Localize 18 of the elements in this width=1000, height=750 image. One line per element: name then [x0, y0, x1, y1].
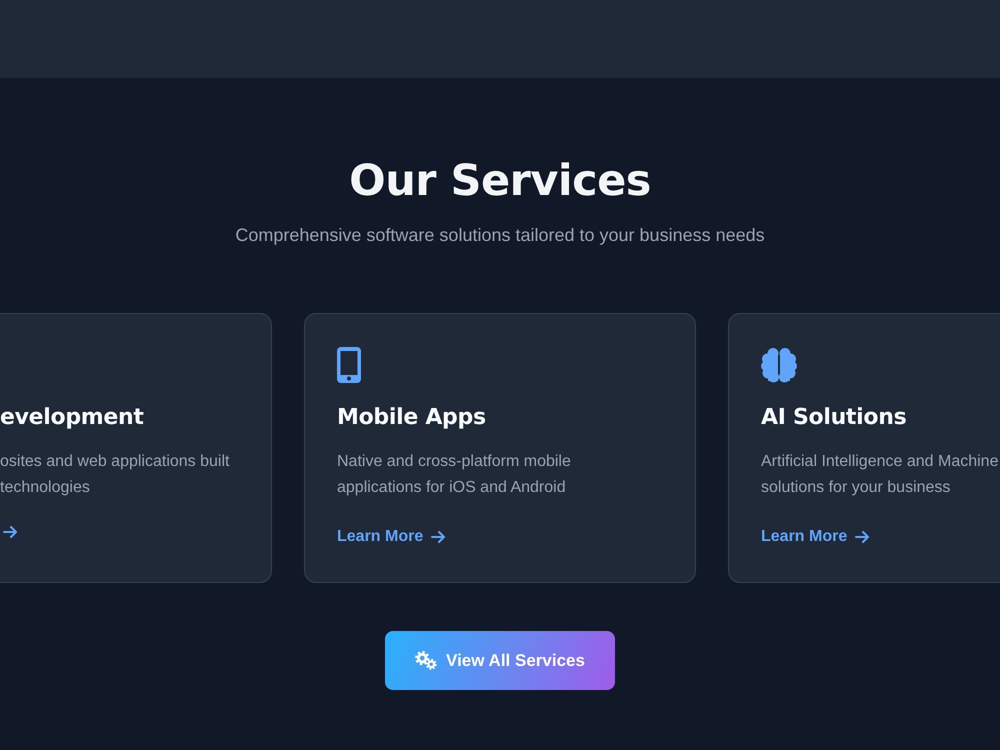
card-title: evelopment	[0, 404, 144, 432]
arrow-icon	[855, 531, 870, 543]
card-description: Native and cross-platform mobile applications for iOS and Android	[337, 452, 571, 498]
brain-icon	[761, 347, 797, 383]
view-all-services-button[interactable]: View All Services	[385, 631, 615, 690]
arrow-icon	[431, 531, 446, 543]
card-description: Artificial Intelligence and Machine solutions for your business	[761, 452, 998, 498]
gears-icon	[415, 651, 438, 670]
section-title: Our Services	[349, 155, 651, 208]
learn-more-link[interactable]: Learn More	[337, 526, 446, 548]
card-title: Mobile Apps	[337, 404, 486, 432]
phone-icon	[337, 347, 361, 383]
learn-more-link[interactable]: Learn More	[761, 526, 870, 548]
arrow-icon	[3, 526, 17, 538]
arrow-link[interactable]	[3, 526, 17, 538]
section-subtitle: Comprehensive software solutions tailored to your business needs	[235, 224, 765, 247]
card-description: osites and web applications built technologies	[0, 452, 230, 498]
card-title: AI Solutions	[761, 404, 906, 432]
